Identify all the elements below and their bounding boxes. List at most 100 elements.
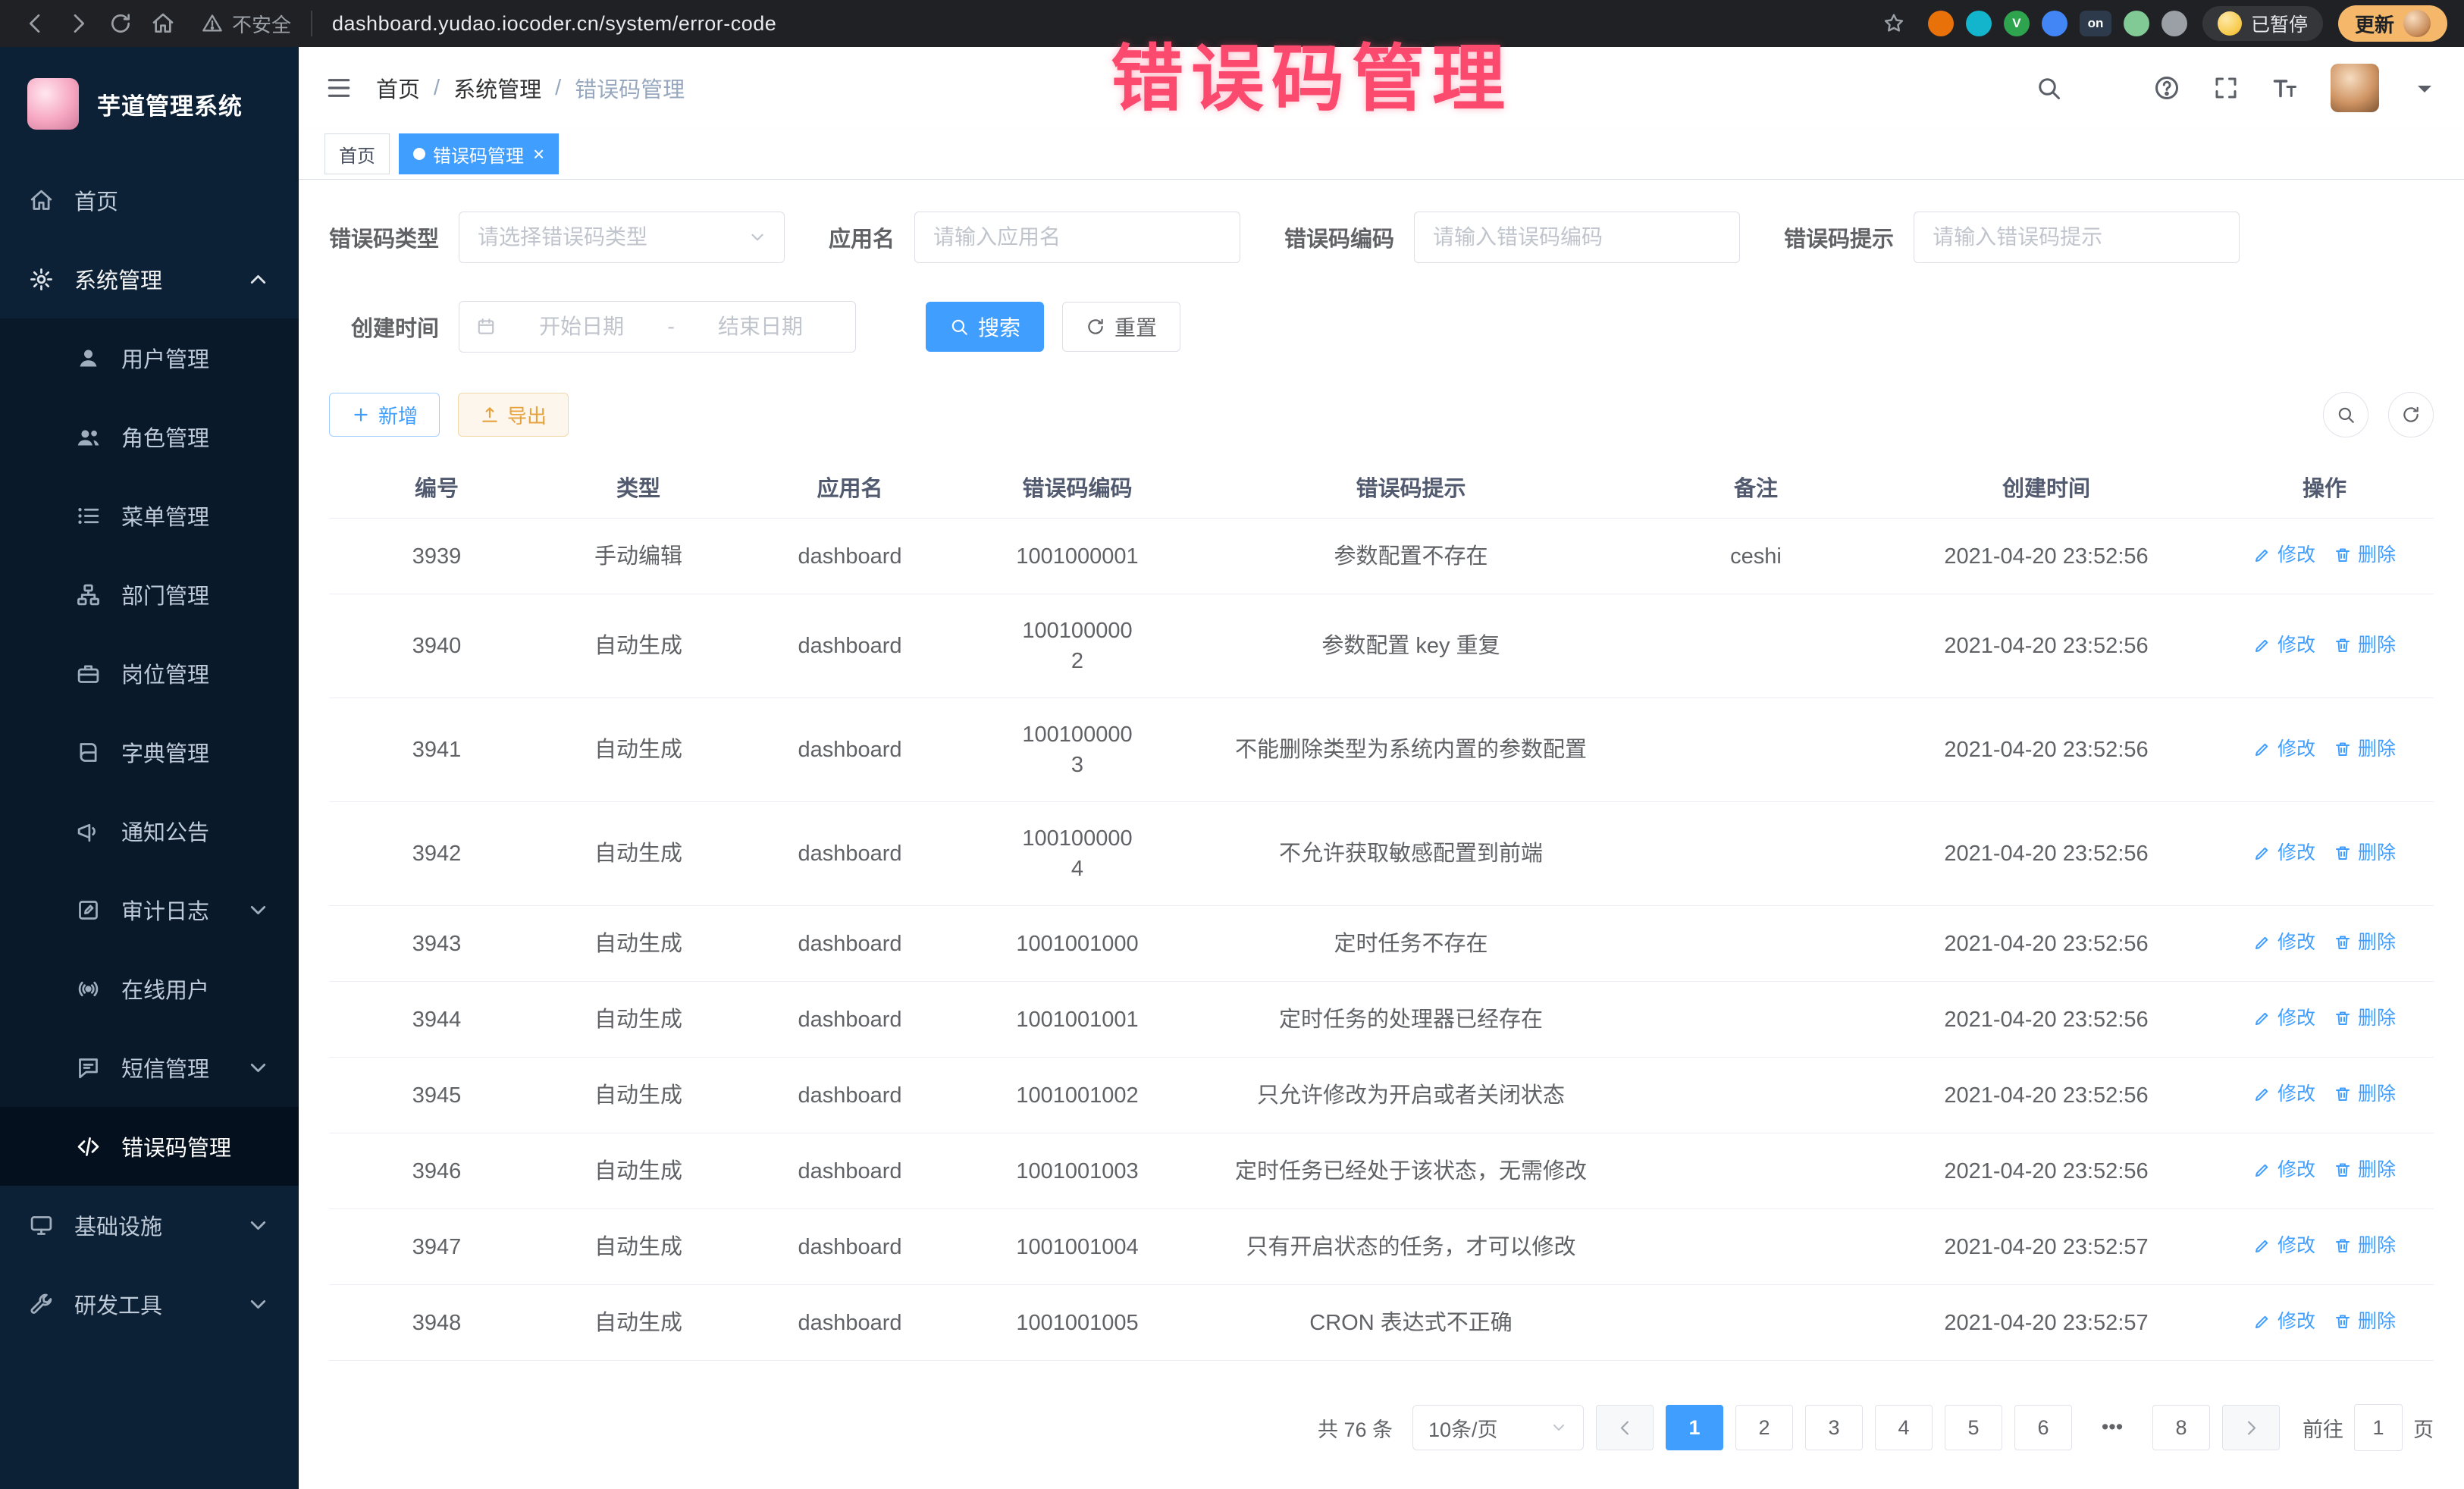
extension-puzzle-icon[interactable] xyxy=(2161,11,2187,36)
sidebar-item-post-management[interactable]: 岗位管理 xyxy=(0,634,299,713)
sidebar-item-menu-management[interactable]: 菜单管理 xyxy=(0,476,299,555)
sidebar-item-error-code-management[interactable]: 错误码管理 xyxy=(0,1107,299,1186)
sidebar-item-role-management[interactable]: 角色管理 xyxy=(0,397,299,476)
error-msg-input[interactable] xyxy=(1931,224,2222,250)
delete-link[interactable]: 删除 xyxy=(2334,1079,2396,1109)
breadcrumb-item[interactable]: 系统管理 xyxy=(453,72,541,104)
tab-close-icon[interactable]: × xyxy=(533,144,544,164)
fullscreen-icon[interactable] xyxy=(2212,74,2240,102)
page-button-5[interactable]: 5 xyxy=(1945,1405,2002,1450)
sidebar-item-notice-announcement[interactable]: 通知公告 xyxy=(0,792,299,870)
date-end-input[interactable] xyxy=(682,314,839,340)
sidebar-item-sms-management[interactable]: 短信管理 xyxy=(0,1028,299,1107)
error-code-field[interactable] xyxy=(1414,212,1740,263)
delete-link[interactable]: 删除 xyxy=(2334,734,2396,764)
sidebar-item-dev-tools[interactable]: 研发工具 xyxy=(0,1265,299,1343)
edit-link[interactable]: 修改 xyxy=(2253,1003,2315,1033)
table-row: 3946自动生成dashboard1001001003定时任务已经处于该状态，无… xyxy=(329,1133,2434,1209)
add-button[interactable]: 新增 xyxy=(329,393,440,437)
edit-link[interactable]: 修改 xyxy=(2253,734,2315,764)
sidebar-item-infrastructure[interactable]: 基础设施 xyxy=(0,1186,299,1265)
delete-link[interactable]: 删除 xyxy=(2334,1306,2396,1337)
font-size-icon[interactable] xyxy=(2271,74,2299,102)
hamburger-icon[interactable] xyxy=(324,74,353,102)
toggle-search-button[interactable] xyxy=(2323,392,2368,437)
browser-refresh-button[interactable] xyxy=(102,5,140,42)
page-button-2[interactable]: 2 xyxy=(1735,1405,1793,1450)
security-indicator[interactable]: 不安全 xyxy=(202,10,291,38)
profile-paused-badge[interactable]: 已暂停 xyxy=(2202,6,2323,41)
logo-row[interactable]: 芋道管理系统 xyxy=(0,47,299,161)
prev-page-button[interactable] xyxy=(1596,1405,1654,1450)
error-code-input[interactable] xyxy=(1431,224,1723,250)
refresh-icon xyxy=(2401,405,2421,425)
delete-link[interactable]: 删除 xyxy=(2334,927,2396,958)
extension-green-v-icon[interactable]: V xyxy=(2004,11,2030,36)
delete-link[interactable]: 删除 xyxy=(2334,1003,2396,1033)
app-name-field[interactable] xyxy=(914,212,1240,263)
app-name-input[interactable] xyxy=(932,224,1223,250)
extension-teal-icon[interactable] xyxy=(1966,11,1992,36)
error-type-input[interactable] xyxy=(476,224,740,250)
cell-app: dashboard xyxy=(732,519,967,594)
date-start-input[interactable] xyxy=(503,314,660,340)
page-button-4[interactable]: 4 xyxy=(1875,1405,1933,1450)
sidebar-item-user-management[interactable]: 用户管理 xyxy=(0,318,299,397)
github-icon[interactable] xyxy=(2094,74,2121,102)
sidebar-item-dept-management[interactable]: 部门管理 xyxy=(0,555,299,634)
browser-home-button[interactable] xyxy=(144,5,182,42)
help-icon[interactable] xyxy=(2153,74,2180,102)
bookmark-star-button[interactable] xyxy=(1875,5,1913,42)
delete-link[interactable]: 删除 xyxy=(2334,540,2396,570)
sidebar-item-label: 在线用户 xyxy=(121,973,209,1005)
breadcrumb-item[interactable]: 首页 xyxy=(376,72,420,104)
edit-link[interactable]: 修改 xyxy=(2253,1230,2315,1261)
megaphone-icon xyxy=(73,819,103,844)
page-button-6[interactable]: 6 xyxy=(2014,1405,2072,1450)
edit-link[interactable]: 修改 xyxy=(2253,838,2315,868)
refresh-table-button[interactable] xyxy=(2388,392,2434,437)
sidebar-item-dict-management[interactable]: 字典管理 xyxy=(0,713,299,792)
reset-button[interactable]: 重置 xyxy=(1062,302,1180,352)
browser-update-button[interactable]: 更新 xyxy=(2338,5,2447,42)
tab-error-code[interactable]: 错误码管理× xyxy=(399,133,559,174)
delete-link[interactable]: 删除 xyxy=(2334,630,2396,660)
sidebar-item-online-user[interactable]: 在线用户 xyxy=(0,949,299,1028)
edit-link[interactable]: 修改 xyxy=(2253,1079,2315,1109)
caret-down-icon[interactable] xyxy=(2411,74,2438,102)
edit-link[interactable]: 修改 xyxy=(2253,630,2315,660)
edit-link[interactable]: 修改 xyxy=(2253,927,2315,958)
page-button-3[interactable]: 3 xyxy=(1805,1405,1863,1450)
error-msg-field[interactable] xyxy=(1914,212,2240,263)
page-button-8[interactable]: 8 xyxy=(2152,1405,2210,1450)
extension-on-badge-icon[interactable]: on xyxy=(2080,11,2111,36)
extension-green-icon[interactable] xyxy=(2124,11,2149,36)
edit-link[interactable]: 修改 xyxy=(2253,540,2315,570)
tab-home[interactable]: 首页 xyxy=(324,133,390,174)
user-avatar[interactable] xyxy=(2331,64,2379,112)
delete-link[interactable]: 删除 xyxy=(2334,1155,2396,1185)
browser-back-button[interactable] xyxy=(17,5,55,42)
error-type-select[interactable] xyxy=(459,212,785,263)
cell-id: 3948 xyxy=(329,1285,544,1361)
date-range-picker[interactable]: - xyxy=(459,301,856,353)
edit-link[interactable]: 修改 xyxy=(2253,1155,2315,1185)
edit-link[interactable]: 修改 xyxy=(2253,1306,2315,1337)
page-size-select[interactable]: 10条/页 xyxy=(1412,1405,1584,1450)
extension-blue-grid-icon[interactable] xyxy=(2042,11,2067,36)
code-icon xyxy=(73,1134,103,1159)
url-text[interactable]: dashboard.yudao.iocoder.cn/system/error-… xyxy=(332,12,776,36)
sidebar-item-home[interactable]: 首页 xyxy=(0,161,299,240)
delete-link[interactable]: 删除 xyxy=(2334,1230,2396,1261)
next-page-button[interactable] xyxy=(2222,1405,2280,1450)
page-button-1[interactable]: 1 xyxy=(1666,1405,1723,1450)
sidebar-item-system-management[interactable]: 系统管理 xyxy=(0,240,299,318)
sidebar-item-audit-log[interactable]: 审计日志 xyxy=(0,870,299,949)
delete-link[interactable]: 删除 xyxy=(2334,838,2396,868)
search-icon[interactable] xyxy=(2035,74,2062,102)
goto-page-input[interactable] xyxy=(2354,1404,2403,1451)
export-button[interactable]: 导出 xyxy=(458,393,569,437)
browser-forward-button[interactable] xyxy=(59,5,97,42)
extension-red-icon[interactable] xyxy=(1928,11,1954,36)
search-button[interactable]: 搜索 xyxy=(926,302,1044,352)
